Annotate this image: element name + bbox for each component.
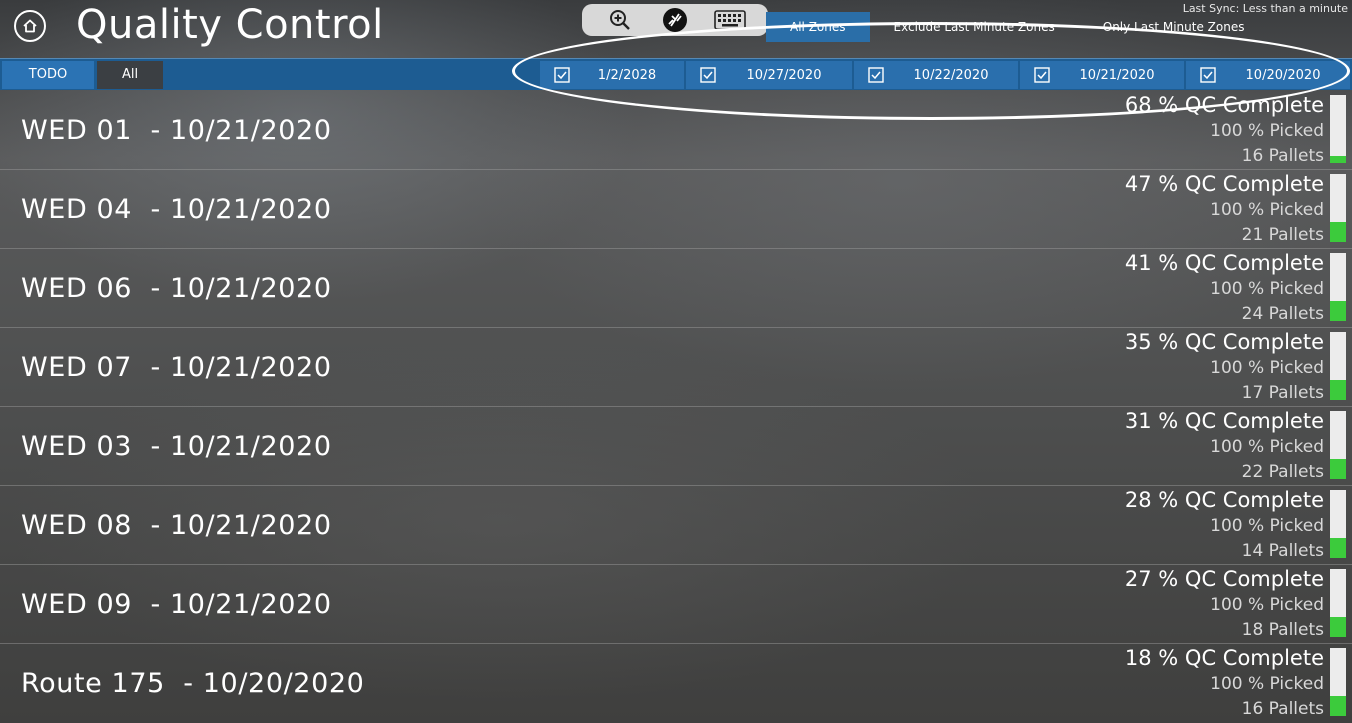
- checkbox-checked-icon: [554, 67, 570, 83]
- qc-complete-text: 35 % QC Complete: [1124, 330, 1324, 354]
- tab-exclude-last-minute-zones[interactable]: Exclude Last Minute Zones: [870, 12, 1079, 42]
- progress-fill: [1330, 616, 1346, 637]
- pallets-text: 21 Pallets: [1241, 225, 1324, 245]
- route-name: Route 175 - 10/20/2020: [21, 668, 365, 699]
- tool-strip: [582, 4, 768, 36]
- qc-complete-text: 68 % QC Complete: [1124, 93, 1324, 117]
- checkbox-checked-icon: [868, 67, 884, 83]
- home-icon: [23, 19, 37, 33]
- progress-bar: [1330, 332, 1346, 400]
- list-item[interactable]: WED 07 - 10/21/2020 35 % QC Complete 100…: [0, 328, 1352, 407]
- checkbox-checked-icon: [700, 67, 716, 83]
- progress-fill: [1330, 156, 1346, 163]
- zoom-button[interactable]: [602, 6, 638, 34]
- progress-fill: [1330, 695, 1346, 716]
- checkbox-checked-icon: [1034, 67, 1050, 83]
- picked-text: 100 % Picked: [1210, 516, 1324, 536]
- picked-text: 100 % Picked: [1210, 279, 1324, 299]
- progress-fill: [1330, 221, 1346, 242]
- picked-text: 100 % Picked: [1210, 121, 1324, 141]
- progress-bar: [1330, 95, 1346, 163]
- progress-fill: [1330, 458, 1346, 479]
- tab-todo[interactable]: TODO: [2, 61, 94, 89]
- date-filter-label: 10/22/2020: [913, 67, 989, 83]
- picked-text: 100 % Picked: [1210, 358, 1324, 378]
- keyboard-icon: [714, 10, 747, 30]
- progress-fill: [1330, 300, 1346, 321]
- tab-all[interactable]: All: [97, 61, 163, 89]
- qc-complete-text: 47 % QC Complete: [1124, 172, 1324, 196]
- pallets-text: 16 Pallets: [1241, 146, 1324, 166]
- pallets-text: 16 Pallets: [1241, 699, 1324, 719]
- date-filter-label: 1/2/2028: [597, 67, 657, 83]
- keyboard-button[interactable]: [712, 6, 748, 34]
- route-list: WED 01 - 10/21/2020 68 % QC Complete 100…: [0, 91, 1352, 723]
- list-item[interactable]: WED 09 - 10/21/2020 27 % QC Complete 100…: [0, 565, 1352, 644]
- list-item[interactable]: WED 08 - 10/21/2020 28 % QC Complete 100…: [0, 486, 1352, 565]
- route-name: WED 04 - 10/21/2020: [21, 194, 332, 225]
- progress-bar: [1330, 253, 1346, 321]
- tab-only-last-minute-zones[interactable]: Only Last Minute Zones: [1079, 12, 1269, 42]
- route-name: WED 01 - 10/21/2020: [21, 115, 332, 146]
- date-filter-label: 10/20/2020: [1245, 67, 1321, 83]
- route-name: WED 06 - 10/21/2020: [21, 273, 332, 304]
- tab-all-zones[interactable]: All Zones: [766, 12, 870, 42]
- qc-complete-text: 41 % QC Complete: [1124, 251, 1324, 275]
- progress-bar: [1330, 174, 1346, 242]
- picked-text: 100 % Picked: [1210, 674, 1324, 694]
- picked-text: 100 % Picked: [1210, 437, 1324, 457]
- list-item[interactable]: WED 03 - 10/21/2020 31 % QC Complete 100…: [0, 407, 1352, 486]
- date-filter-chip[interactable]: 1/2/2028: [540, 61, 684, 89]
- connection-button[interactable]: [657, 6, 693, 34]
- date-filter-chip[interactable]: 10/27/2020: [686, 61, 852, 89]
- zoom-in-icon: [609, 10, 630, 30]
- progress-bar: [1330, 569, 1346, 637]
- progress-bar: [1330, 648, 1346, 716]
- no-connection-icon: [662, 8, 687, 32]
- list-item[interactable]: WED 04 - 10/21/2020 47 % QC Complete 100…: [0, 170, 1352, 249]
- date-filter-label: 10/21/2020: [1079, 67, 1155, 83]
- pallets-text: 14 Pallets: [1241, 541, 1324, 561]
- pallets-text: 18 Pallets: [1241, 620, 1324, 640]
- qc-complete-text: 28 % QC Complete: [1124, 488, 1324, 512]
- list-item[interactable]: WED 01 - 10/21/2020 68 % QC Complete 100…: [0, 91, 1352, 170]
- zone-tabs: All Zones Exclude Last Minute Zones Only…: [766, 12, 1268, 42]
- list-item[interactable]: WED 06 - 10/21/2020 41 % QC Complete 100…: [0, 249, 1352, 328]
- pallets-text: 17 Pallets: [1241, 383, 1324, 403]
- qc-complete-text: 31 % QC Complete: [1124, 409, 1324, 433]
- app-header: Quality Control Last Sync: Less than a m…: [0, 0, 1352, 58]
- checkbox-checked-icon: [1200, 67, 1216, 83]
- page-title: Quality Control: [76, 2, 384, 48]
- picked-text: 100 % Picked: [1210, 595, 1324, 615]
- progress-bar: [1330, 411, 1346, 479]
- filter-bar: TODO All 1/2/2028 10/27/2020 10/22/2020 …: [0, 58, 1352, 90]
- date-filter-chip[interactable]: 10/20/2020: [1186, 61, 1350, 89]
- route-name: WED 08 - 10/21/2020: [21, 510, 332, 541]
- list-item[interactable]: Route 175 - 10/20/2020 18 % QC Complete …: [0, 644, 1352, 723]
- home-button[interactable]: [14, 10, 46, 42]
- qc-complete-text: 27 % QC Complete: [1124, 567, 1324, 591]
- route-name: WED 03 - 10/21/2020: [21, 431, 332, 462]
- route-name: WED 07 - 10/21/2020: [21, 352, 332, 383]
- date-filter-chip[interactable]: 10/22/2020: [854, 61, 1018, 89]
- progress-bar: [1330, 490, 1346, 558]
- pallets-text: 22 Pallets: [1241, 462, 1324, 482]
- picked-text: 100 % Picked: [1210, 200, 1324, 220]
- qc-complete-text: 18 % QC Complete: [1124, 646, 1324, 670]
- route-name: WED 09 - 10/21/2020: [21, 589, 332, 620]
- pallets-text: 24 Pallets: [1241, 304, 1324, 324]
- date-filter-chip[interactable]: 10/21/2020: [1020, 61, 1184, 89]
- progress-fill: [1330, 537, 1346, 558]
- progress-fill: [1330, 379, 1346, 400]
- date-filter-label: 10/27/2020: [746, 67, 822, 83]
